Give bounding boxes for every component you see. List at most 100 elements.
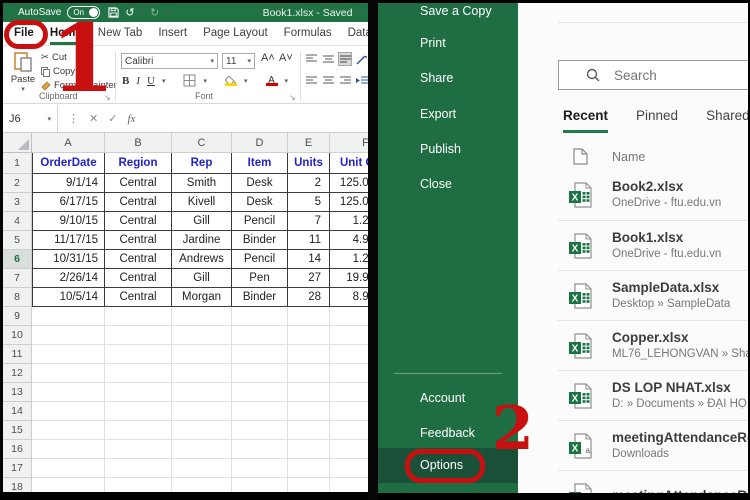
cell-C18[interactable] xyxy=(172,478,232,492)
menu-item-close[interactable]: Close xyxy=(420,177,452,191)
clipboard-dialog-launcher-icon[interactable]: ↘ xyxy=(104,93,111,102)
cell-B7[interactable]: Central xyxy=(105,269,172,288)
menu-item-print[interactable]: Print xyxy=(420,36,446,50)
row-header-8[interactable]: 8 xyxy=(3,288,32,307)
tab-file[interactable]: File xyxy=(3,27,42,45)
cut-button[interactable]: ✂ Cut xyxy=(41,52,117,63)
menu-item-share[interactable]: Share xyxy=(420,71,453,85)
cell-F17[interactable] xyxy=(330,459,368,478)
cell-B4[interactable]: Central xyxy=(105,212,172,231)
cell-C5[interactable]: Jardine xyxy=(172,231,232,250)
cell-B17[interactable] xyxy=(105,459,172,478)
cell-E13[interactable] xyxy=(288,383,330,402)
cell-E12[interactable] xyxy=(288,364,330,383)
italic-button[interactable]: I xyxy=(136,75,140,87)
row-header-11[interactable]: 11 xyxy=(3,345,32,364)
cell-B13[interactable] xyxy=(105,383,172,402)
underline-dropdown-icon[interactable]: ▾ xyxy=(162,77,166,85)
file-row[interactable]: X SampleData.xlsx Desktop » SampleData xyxy=(558,270,748,320)
cell-D15[interactable] xyxy=(232,421,288,440)
paste-button[interactable]: Paste ▾ xyxy=(8,51,38,95)
row-header-4[interactable]: 4 xyxy=(3,212,32,231)
orientation-icon[interactable] xyxy=(355,52,368,66)
cell-B11[interactable] xyxy=(105,345,172,364)
cell-C9[interactable] xyxy=(172,307,232,326)
cell-F5[interactable]: 4.99 xyxy=(330,231,368,250)
autosave-toggle[interactable]: On xyxy=(67,6,101,19)
cell-B3[interactable]: Central xyxy=(105,193,172,212)
select-all-corner[interactable] xyxy=(3,133,32,153)
search-box[interactable] xyxy=(558,60,748,90)
row-header-17[interactable]: 17 xyxy=(3,459,32,478)
cell-F13[interactable] xyxy=(330,383,368,402)
cell-D14[interactable] xyxy=(232,402,288,421)
cell-B15[interactable] xyxy=(105,421,172,440)
cell-F18[interactable] xyxy=(330,478,368,492)
cell-E2[interactable]: 2 xyxy=(288,174,330,193)
cell-A9[interactable] xyxy=(32,307,105,326)
fill-color-dropdown-icon[interactable]: ▾ xyxy=(244,77,248,85)
row-header-6[interactable]: 6 xyxy=(3,250,32,269)
cell-C14[interactable] xyxy=(172,402,232,421)
name-box[interactable]: J6 ▾ xyxy=(3,105,58,132)
cell-B5[interactable]: Central xyxy=(105,231,172,250)
file-row[interactable]: X Copper.xlsx ML76_LEHONGVAN » Sha xyxy=(558,320,748,370)
cell-B2[interactable]: Central xyxy=(105,174,172,193)
font-name-select[interactable]: Calibri ▾ xyxy=(121,53,218,69)
row-header-5[interactable]: 5 xyxy=(3,231,32,250)
confirm-entry-icon[interactable]: ✓ xyxy=(108,112,117,125)
menu-item-options[interactable]: Options xyxy=(420,458,463,472)
align-center-icon[interactable] xyxy=(321,74,335,88)
cell-A6[interactable]: 10/31/15 xyxy=(32,250,105,269)
title-dropdown-icon[interactable]: ▾ xyxy=(356,9,360,17)
row-header-14[interactable]: 14 xyxy=(3,402,32,421)
cell-E5[interactable]: 11 xyxy=(288,231,330,250)
insert-function-icon[interactable]: fx xyxy=(127,113,135,125)
cell-C13[interactable] xyxy=(172,383,232,402)
name-column-label[interactable]: Name xyxy=(612,150,645,164)
cell-D9[interactable] xyxy=(232,307,288,326)
tab-recent[interactable]: Recent xyxy=(563,108,609,133)
cell-F15[interactable] xyxy=(330,421,368,440)
increase-font-icon[interactable]: A˄ xyxy=(261,52,275,64)
cell-E11[interactable] xyxy=(288,345,330,364)
font-size-select[interactable]: 11 ▾ xyxy=(222,53,255,69)
tab-pinned[interactable]: Pinned xyxy=(636,108,678,133)
bold-button[interactable]: B xyxy=(122,75,129,87)
cell-C7[interactable]: Gill xyxy=(172,269,232,288)
align-left-icon[interactable] xyxy=(304,74,318,88)
cell-C6[interactable]: Andrews xyxy=(172,250,232,269)
cell-C11[interactable] xyxy=(172,345,232,364)
cell-E1[interactable]: Units xyxy=(288,153,330,174)
cell-E14[interactable] xyxy=(288,402,330,421)
cell-A18[interactable] xyxy=(32,478,105,492)
cell-B1[interactable]: Region xyxy=(105,153,172,174)
cell-D4[interactable]: Pencil xyxy=(232,212,288,231)
cell-A15[interactable] xyxy=(32,421,105,440)
row-header-18[interactable]: 18 xyxy=(3,478,32,492)
borders-dropdown-icon[interactable]: ▾ xyxy=(203,77,207,85)
cell-E6[interactable]: 14 xyxy=(288,250,330,269)
cell-D12[interactable] xyxy=(232,364,288,383)
row-header-15[interactable]: 15 xyxy=(3,421,32,440)
cell-D7[interactable]: Pen xyxy=(232,269,288,288)
cell-E18[interactable] xyxy=(288,478,330,492)
cell-C12[interactable] xyxy=(172,364,232,383)
cell-B14[interactable] xyxy=(105,402,172,421)
cell-F6[interactable]: 1.29 xyxy=(330,250,368,269)
menu-item-feedback[interactable]: Feedback xyxy=(420,426,475,440)
tab-home[interactable]: Home xyxy=(42,27,90,45)
row-header-12[interactable]: 12 xyxy=(3,364,32,383)
file-row[interactable]: Xa, meetingAttendanceRe Downloads xyxy=(558,420,748,470)
row-header-9[interactable]: 9 xyxy=(3,307,32,326)
row-header-3[interactable]: 3 xyxy=(3,193,32,212)
qat-customize-icon[interactable]: ▾ xyxy=(165,9,169,17)
file-row[interactable]: X Book1.xlsx OneDrive - ftu.edu.vn xyxy=(558,220,748,270)
cell-C15[interactable] xyxy=(172,421,232,440)
cell-F14[interactable] xyxy=(330,402,368,421)
font-dialog-launcher-icon[interactable]: ↘ xyxy=(289,93,296,102)
cell-A5[interactable]: 11/17/15 xyxy=(32,231,105,250)
format-painter-button[interactable]: Format Painter xyxy=(41,80,117,91)
cell-C16[interactable] xyxy=(172,440,232,459)
cell-A1[interactable]: OrderDate xyxy=(32,153,105,174)
